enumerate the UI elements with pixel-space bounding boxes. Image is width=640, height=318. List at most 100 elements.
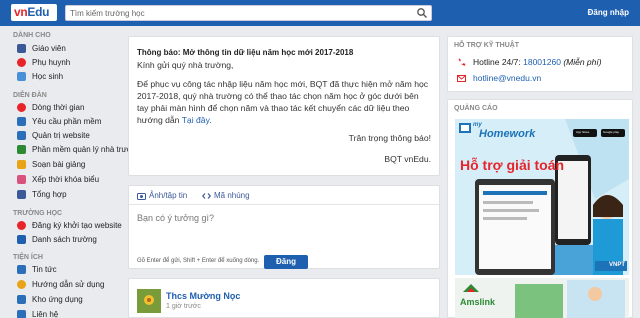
sidebar-item-label: Phụ huynh (32, 57, 71, 67)
section-title-danh-cho: DÀNH CHO (13, 32, 51, 39)
sidebar-item-soan-bai-giang[interactable]: Soạn bài giảng (17, 158, 85, 170)
support-card: HỖ TRỢ KỸ THUẬT Hotline 24/7: 18001260 (… (447, 36, 633, 92)
section-title-dien-dan: DIỄN ĐÀN (13, 92, 47, 99)
post-author[interactable]: Thcs Mường Nọc (166, 291, 240, 301)
sidebar-item-label: Giáo viên (32, 43, 66, 53)
sidebar-item-danh-sach-truong[interactable]: Danh sách trường (17, 233, 97, 245)
myhomework-ad-banner[interactable]: my Homework Hỗ trợ giải toán App Store G… (455, 119, 629, 275)
announcement-link[interactable]: Tại đây. (182, 115, 212, 125)
announcement-body-line3: tay phải màn hình để chọn năm và thao tá… (137, 103, 410, 113)
sidebar-item-tin-tuc[interactable]: Tin tức (17, 263, 57, 275)
announcement-thanks: Trân trọng thông báo! (348, 133, 431, 143)
sidebar-item-label: Tin tức (32, 264, 57, 274)
support-title: HỖ TRỢ KỸ THUẬT (454, 42, 520, 49)
support-email[interactable]: hotline@vnedu.vn (473, 73, 541, 83)
sidebar-item-label: Đăng ký khởi tạo website (32, 220, 122, 230)
sidebar-item-phan-mem-quan-ly[interactable]: Phần mềm quản lý nhà trường (17, 143, 141, 155)
feed-post: Thcs Mường Nọc 1 giờ trước (128, 278, 440, 318)
ad-app-store-label: App Store (576, 130, 590, 134)
hotline-row: Hotline 24/7: 18001260 (Miễn phí) (457, 57, 602, 67)
ad-headline: Hỗ trợ giải toán (460, 157, 565, 173)
composer-input[interactable]: Bạn có ý tưởng gì? (137, 213, 214, 223)
tab-media-label: Ảnh/tập tin (149, 191, 188, 200)
announcement-title: Thông báo: Mở thông tin dữ liệu năm học … (137, 48, 354, 57)
schedule-icon (17, 174, 26, 184)
sidebar-item-dang-ky-website[interactable]: Đăng ký khởi tạo website (17, 219, 122, 231)
search-input[interactable] (70, 6, 410, 20)
hotline-number[interactable]: 18001260 (523, 57, 561, 67)
code-icon (202, 192, 211, 199)
tab-embed[interactable]: Mã nhúng (202, 191, 250, 200)
ad-vnpt-tag: VNPT (609, 262, 626, 268)
composer-tabs: Ảnh/tập tin Mã nhúng (129, 186, 439, 205)
sidebar-item-label: Danh sách trường (32, 234, 97, 244)
school-list-icon (17, 234, 26, 244)
camera-icon (137, 192, 146, 200)
ad-brand: Homework (479, 128, 536, 140)
sidebar-item-label: Soạn bài giảng (32, 159, 86, 169)
sidebar-item-hoc-sinh[interactable]: Học sinh (17, 70, 63, 82)
email-row: hotline@vnedu.vn (457, 73, 541, 83)
announcement-card: Thông báo: Mở thông tin dữ liệu năm học … (128, 36, 440, 176)
vnedu-logo[interactable]: vnEdu (11, 4, 57, 21)
ad-google-play-label: Google play (603, 130, 620, 134)
phone-icon (458, 58, 466, 66)
contact-icon (17, 309, 26, 318)
parent-icon (17, 57, 26, 67)
sidebar-item-lien-he[interactable]: Liên hệ (17, 308, 58, 318)
app-store-icon (17, 294, 26, 304)
sidebar-item-quan-tri-website[interactable]: Quản trị website (17, 129, 90, 141)
ads-card: QUẢNG CÁO my Homework Hỗ trợ giải toán A… (447, 99, 633, 318)
sidebar-item-label: Dòng thời gian (32, 102, 85, 112)
announcement-body-line4: hướng dẫn Tại đây. (137, 115, 212, 126)
mail-icon (457, 74, 466, 82)
guide-icon (17, 279, 26, 289)
announcement-body-line2: 2017-2018, quý nhà trường có thể thao tá… (137, 91, 419, 101)
sidebar-item-xep-thoi-khoa-bieu[interactable]: Xếp thời khóa biểu (17, 173, 99, 185)
timeline-icon (17, 102, 26, 112)
sidebar-item-tong-hop[interactable]: Tổng hợp (17, 188, 67, 200)
avatar[interactable] (137, 289, 161, 313)
sidebar-item-giao-vien[interactable]: Giáo viên (17, 42, 66, 54)
myhomework-ad-image (455, 119, 629, 275)
register-icon (17, 220, 26, 230)
sidebar-item-dong-thoi-gian[interactable]: Dòng thời gian (17, 101, 84, 113)
sidebar-item-label: Yêu cầu phần mềm (32, 116, 102, 126)
post-time: 1 giờ trước (166, 303, 201, 310)
sidebar-item-yeu-cau-phan-mem[interactable]: Yêu cầu phần mềm (17, 115, 101, 127)
tab-media[interactable]: Ảnh/tập tin (137, 191, 187, 200)
student-icon (17, 71, 26, 81)
news-icon (17, 264, 26, 274)
top-navbar: vnEdu Đăng nhập (0, 0, 640, 26)
composer-hint: Gõ Enter để gửi, Shift + Enter để xuống … (137, 258, 260, 264)
announcement-body-line1: Để phục vụ công tác nhập liệu năm học mớ… (137, 79, 429, 89)
sidebar-item-phu-huynh[interactable]: Phụ huynh (17, 56, 70, 68)
amslink-ad-banner[interactable]: Amslink (455, 278, 629, 318)
sidebar-item-label: Tổng hợp (32, 189, 67, 199)
school-software-icon (17, 144, 26, 154)
body-prefix: hướng dẫn (137, 115, 180, 125)
announcement-greeting: Kính gửi quý nhà trường, (137, 60, 234, 70)
post-button[interactable]: Đăng (264, 255, 308, 269)
sidebar-item-label: Kho ứng dụng (32, 294, 83, 304)
announcement-signature: BQT vnEdu. (384, 154, 431, 164)
lesson-icon (17, 159, 26, 169)
login-link[interactable]: Đăng nhập (588, 8, 629, 17)
tab-embed-label: Mã nhúng (214, 191, 250, 200)
sidebar-item-label: Xếp thời khóa biểu (32, 174, 100, 184)
flower-avatar-icon (137, 289, 161, 313)
software-request-icon (17, 116, 26, 126)
search-box[interactable] (65, 5, 432, 21)
section-title-truong-hoc: TRƯỜNG HỌC (13, 210, 63, 217)
teacher-icon (17, 43, 26, 53)
logo-prefix: vn (14, 5, 28, 19)
sidebar-item-label: Liên hệ (32, 309, 59, 318)
search-icon[interactable] (416, 7, 428, 19)
sidebar-item-label: Quản trị website (32, 130, 90, 140)
sidebar-item-label: Học sinh (32, 71, 64, 81)
ad2-brand: Amslink (460, 297, 496, 307)
sidebar-item-huong-dan[interactable]: Hướng dẫn sử dụng (17, 278, 104, 290)
hotline-note: (Miễn phí) (563, 57, 602, 67)
sidebar-item-kho-ung-dung[interactable]: Kho ứng dụng (17, 293, 83, 305)
hotline-label: Hotline 24/7: (473, 57, 521, 67)
